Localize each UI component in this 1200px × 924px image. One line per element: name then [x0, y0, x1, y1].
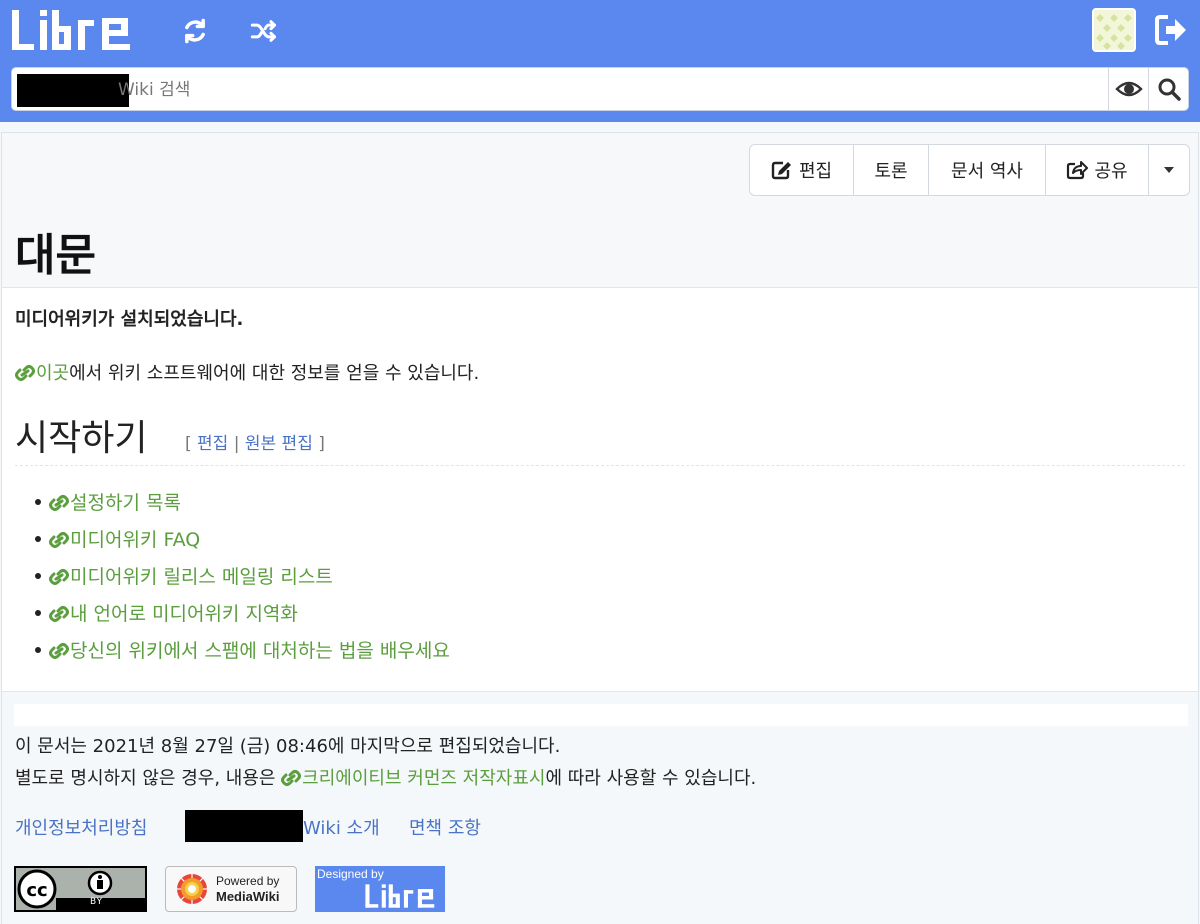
- license-info: 별도로 명시하지 않은 경우, 내용은 크리에이티브 커먼즈 저작자표시에 따라…: [15, 768, 757, 789]
- logout-icon[interactable]: [1152, 12, 1190, 48]
- mailing-list-link[interactable]: 미디어위키 릴리스 메일링 리스트: [49, 562, 333, 589]
- redacted-site-name: [185, 810, 303, 842]
- cc-by-badge[interactable]: cc BY: [14, 866, 147, 912]
- user-avatar[interactable]: [1092, 8, 1136, 52]
- privacy-link[interactable]: 개인정보처리방침: [15, 814, 147, 840]
- external-link-icon: [49, 606, 69, 622]
- random-shuffle-icon[interactable]: [249, 16, 279, 46]
- license-link[interactable]: 크리에이티브 커먼즈 저작자표시: [281, 768, 545, 789]
- go-button[interactable]: [1108, 68, 1149, 110]
- search-button[interactable]: [1148, 68, 1189, 110]
- getting-started-list: 설정하기 목록 미디어위키 FAQ 미디어위키 릴리스 메일링 리스트 내 언어…: [35, 483, 450, 668]
- caret-down-icon: [1164, 167, 1174, 173]
- libre-small-logo: [365, 884, 435, 908]
- list-item: 미디어위키 릴리스 메일링 리스트: [35, 557, 450, 594]
- list-item: 당신의 위키에서 스팸에 대처하는 법을 배우세요: [35, 631, 450, 668]
- disclaimer-link[interactable]: 면책 조항: [409, 814, 481, 840]
- section-source-edit-link[interactable]: 원본 편집: [245, 434, 313, 454]
- external-link-icon: [49, 569, 69, 585]
- external-link-icon: [15, 365, 35, 381]
- footer-placeholder: [14, 704, 1188, 726]
- page-title: 대문: [15, 230, 96, 281]
- share-button[interactable]: 공유: [1046, 145, 1149, 195]
- spam-link[interactable]: 당신의 위키에서 스팸에 대처하는 법을 배우세요: [49, 636, 450, 663]
- search-bar: [11, 67, 1189, 111]
- powered-by-mediawiki-badge[interactable]: Powered by MediaWiki: [165, 866, 297, 912]
- mediawiki-flower-icon: [177, 874, 207, 904]
- install-notice: 미디어위키가 설치되었습니다.: [15, 309, 244, 330]
- refresh-icon[interactable]: [180, 16, 210, 46]
- list-item: 미디어위키 FAQ: [35, 520, 450, 557]
- libre-logo[interactable]: [12, 6, 134, 54]
- creative-commons-icon: cc: [16, 868, 145, 910]
- about-link[interactable]: Wiki 소개: [303, 814, 380, 840]
- external-link-icon: [49, 495, 69, 511]
- page-footer: 이 문서는 2021년 8월 27일 (금) 08:46에 마지막으로 편집되었…: [2, 691, 1198, 924]
- page-actions-bar: 편집 토론 문서 역사 공유: [2, 133, 1198, 208]
- config-settings-link[interactable]: 설정하기 목록: [49, 488, 181, 515]
- list-item: 내 언어로 미디어위키 지역화: [35, 594, 450, 631]
- section-heading: 시작하기 [ 편집 | 원본 편집 ]: [15, 409, 1185, 466]
- discussion-button[interactable]: 토론: [854, 145, 929, 195]
- external-link-icon: [49, 532, 69, 548]
- section-edit-link[interactable]: 편집: [197, 434, 228, 454]
- eye-icon: [1115, 81, 1143, 97]
- external-link-icon: [281, 770, 302, 786]
- content-card: 편집 토론 문서 역사 공유 대문 미디어위키가 설치되었습니다. 이곳에서 위…: [1, 132, 1199, 924]
- page-actions-group: 편집 토론 문서 역사 공유: [749, 144, 1190, 196]
- top-navbar: [0, 0, 1200, 122]
- title-bar: 대문: [2, 207, 1198, 288]
- last-edited-info: 이 문서는 2021년 8월 27일 (금) 08:46에 마지막으로 편집되었…: [15, 736, 561, 757]
- localisation-link[interactable]: 내 언어로 미디어위키 지역화: [49, 599, 298, 626]
- edit-icon: [771, 161, 791, 180]
- external-link-icon: [49, 643, 69, 659]
- info-link[interactable]: 이곳: [15, 363, 69, 384]
- edit-button[interactable]: 편집: [750, 145, 854, 195]
- list-item: 설정하기 목록: [35, 483, 450, 520]
- designed-by-libre-badge[interactable]: Designed by: [315, 866, 445, 912]
- search-input[interactable]: [116, 70, 1110, 110]
- section-edit-links: [ 편집 | 원본 편집 ]: [185, 434, 325, 454]
- search-icon: [1158, 78, 1181, 101]
- share-icon: [1067, 161, 1089, 180]
- section-title: 시작하기: [15, 418, 148, 459]
- redacted-site-name: [17, 74, 129, 107]
- history-button[interactable]: 문서 역사: [929, 145, 1046, 195]
- svg-text:cc: cc: [26, 880, 47, 901]
- more-actions-dropdown[interactable]: [1149, 145, 1189, 195]
- info-paragraph: 이곳에서 위키 소프트웨어에 대한 정보를 얻을 수 있습니다.: [15, 359, 479, 385]
- faq-link[interactable]: 미디어위키 FAQ: [49, 525, 200, 552]
